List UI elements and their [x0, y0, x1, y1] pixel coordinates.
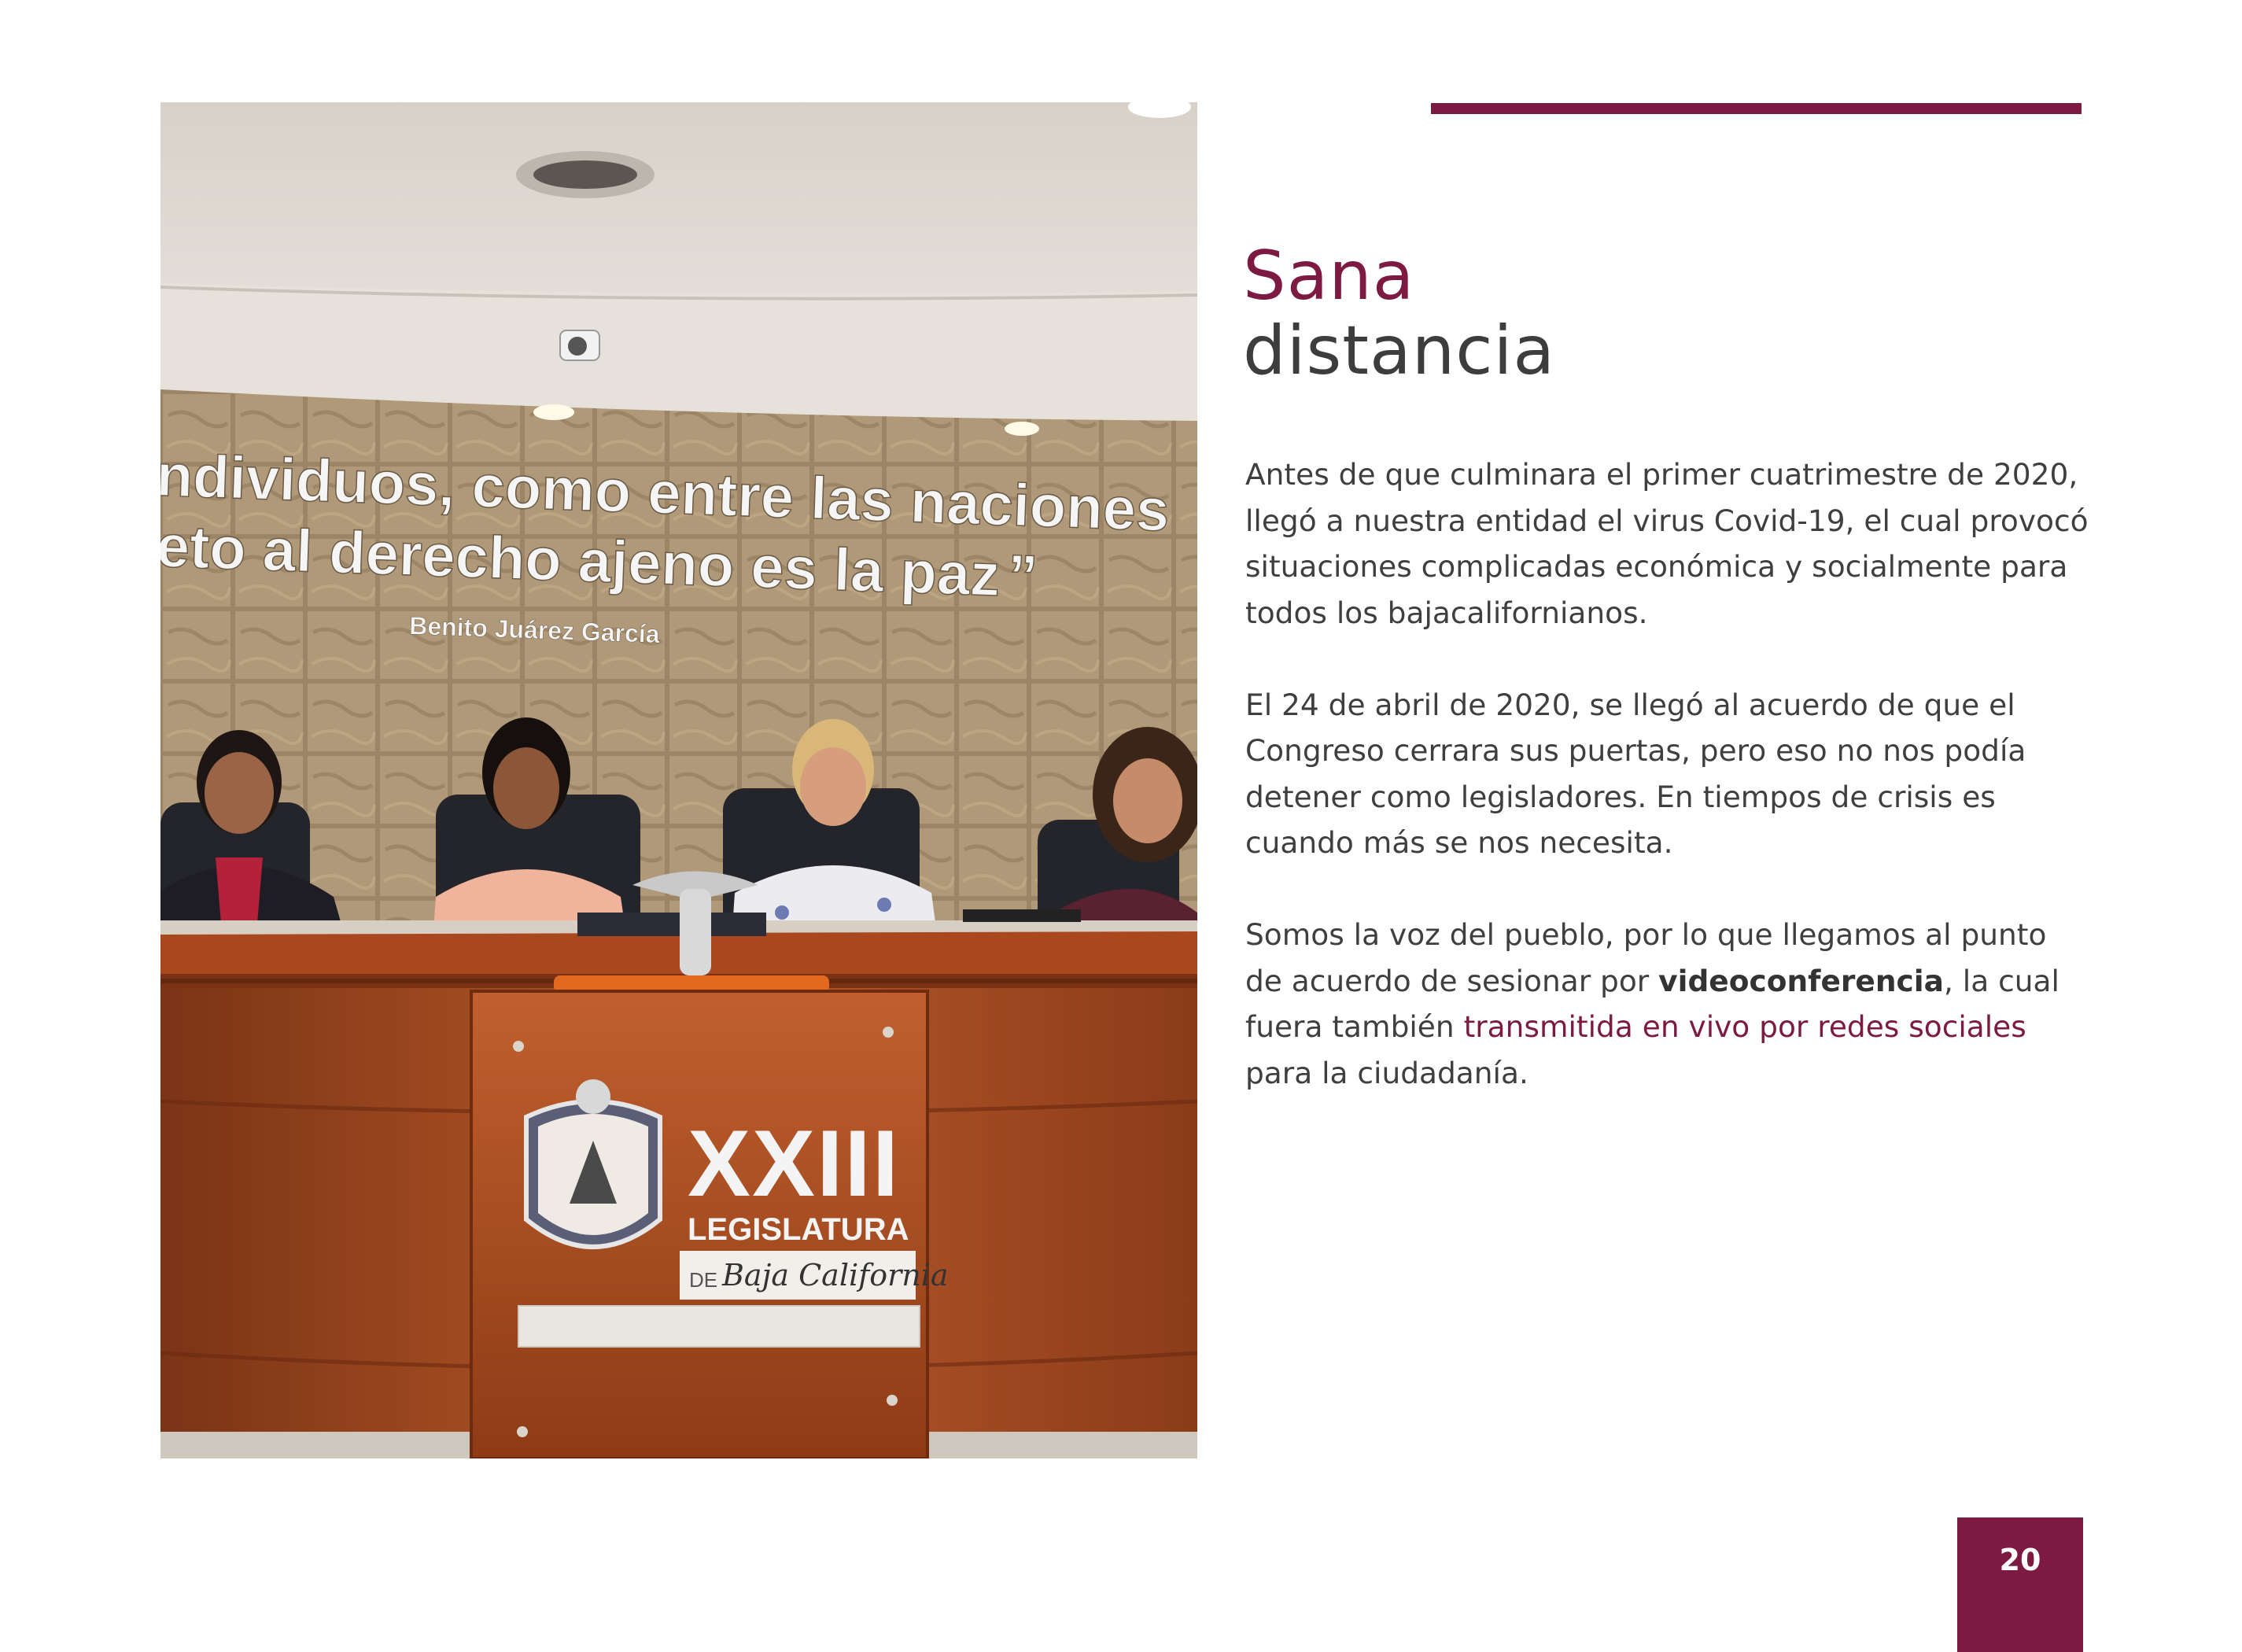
podium-numeral: XXIII: [688, 1111, 900, 1216]
videoconferencia-bold: videoconferencia: [1658, 963, 1944, 998]
wall-quote-close: ”: [1007, 543, 1039, 610]
paragraph-2: El 24 de abril de 2020, se llegó al acue…: [1245, 687, 2026, 861]
podium-de: DE: [689, 1268, 717, 1292]
podium-state: Baja California: [721, 1258, 949, 1292]
paragraph-1: Antes de que culminara el primer cuatrim…: [1245, 457, 2089, 630]
accent-rule: [1431, 103, 2082, 114]
paragraph-3-part-3: para la ciudadanía.: [1245, 1055, 1528, 1090]
title-line-1: Sana: [1243, 237, 1415, 315]
title-line-2: distancia: [1243, 312, 1556, 390]
social-broadcast-highlight: transmitida en vivo por redes sociales: [1463, 1009, 2026, 1044]
podium-legislatura: LEGISLATURA: [688, 1212, 909, 1247]
legislature-photo: ndividuos, como entre las naciones eto a…: [160, 102, 1197, 1458]
paragraph-3: Somos la voz del pueblo, por lo que lleg…: [1245, 912, 2091, 1096]
body-text: Antes de que culminara el primer cuatrim…: [1245, 452, 2091, 1142]
page-number: 20: [1957, 1517, 2083, 1652]
